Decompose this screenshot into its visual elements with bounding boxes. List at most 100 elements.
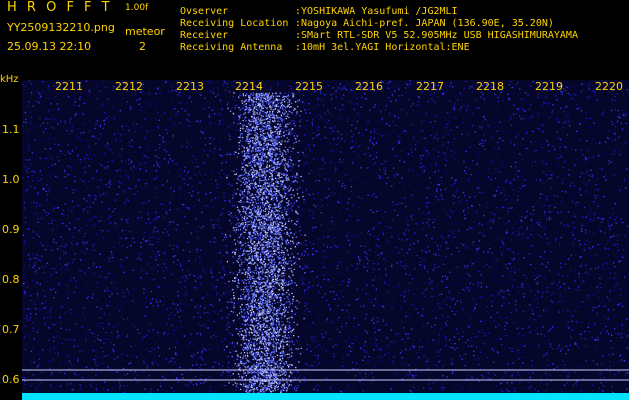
noise-pixel [391,306,393,308]
noise-pixel [515,304,517,306]
noise-pixel [382,177,384,179]
noise-pixel [372,357,375,359]
noise-pixel [64,122,66,124]
noise-pixel [84,252,86,254]
noise-pixel [330,359,332,362]
noise-pixel [526,237,528,239]
noise-pixel [535,279,537,281]
noise-pixel [272,376,275,378]
noise-pixel [523,257,525,259]
noise-pixel [223,294,225,296]
noise-pixel [412,103,414,105]
noise-pixel [28,145,30,147]
noise-pixel [343,87,345,90]
noise-pixel [45,157,48,160]
noise-pixel [578,289,580,291]
noise-pixel [152,236,154,238]
noise-pixel [240,249,242,251]
noise-pixel [223,80,226,83]
noise-pixel [23,380,26,382]
noise-pixel [546,291,548,293]
noise-pixel [202,297,204,299]
noise-pixel [47,137,49,139]
noise-pixel [159,203,162,205]
noise-pixel [210,81,212,83]
noise-pixel [510,311,512,314]
noise-pixel [196,333,198,335]
noise-pixel [283,173,285,175]
noise-pixel [564,161,566,163]
noise-pixel [285,172,288,175]
noise-pixel [74,180,76,183]
noise-pixel [436,133,438,136]
noise-pixel [318,104,320,106]
noise-pixel [295,115,297,117]
noise-pixel [311,338,313,340]
noise-pixel [250,179,252,182]
noise-pixel [42,81,44,83]
noise-pixel [588,179,591,182]
noise-pixel [223,129,225,131]
noise-pixel [240,280,242,282]
noise-pixel [623,360,626,362]
noise-pixel [599,277,601,279]
noise-pixel [346,370,349,372]
noise-pixel [482,145,484,147]
noise-pixel [163,145,165,147]
noise-pixel [92,245,94,247]
noise-pixel [94,127,96,130]
noise-pixel [585,158,587,160]
noise-pixel [230,223,232,225]
noise-pixel [577,107,580,110]
noise-pixel [67,311,69,313]
noise-pixel [545,390,547,392]
noise-pixel [60,245,62,247]
noise-pixel [561,340,564,342]
noise-pixel [434,171,436,173]
noise-pixel [415,190,417,192]
noise-pixel [71,338,73,340]
noise-pixel [492,320,494,322]
noise-pixel [445,338,447,341]
noise-pixel [521,176,523,178]
noise-pixel [458,250,460,253]
noise-pixel [168,203,170,205]
noise-pixel [117,120,119,122]
noise-pixel [300,118,302,120]
noise-pixel [107,205,109,207]
noise-pixel [445,322,447,324]
noise-pixel [30,295,32,297]
noise-pixel [188,170,190,172]
noise-pixel [467,180,469,182]
noise-pixel [155,177,158,179]
noise-pixel [317,157,319,160]
noise-pixel [481,140,483,142]
noise-pixel [332,87,334,89]
noise-pixel [330,127,332,129]
noise-pixel [334,298,336,300]
noise-pixel [491,301,493,303]
noise-pixel [353,151,355,153]
noise-pixel [32,237,34,239]
noise-pixel [620,211,622,213]
noise-pixel [364,251,366,253]
noise-pixel [311,254,314,256]
noise-pixel [392,121,394,123]
noise-pixel [484,205,487,208]
noise-pixel [456,266,458,268]
noise-pixel [392,167,395,169]
noise-pixel [179,265,182,267]
noise-pixel [172,125,174,127]
noise-pixel [111,293,113,295]
noise-pixel [490,227,492,229]
noise-pixel [71,236,74,238]
noise-pixel [528,253,531,255]
noise-pixel [384,268,387,270]
noise-pixel [566,114,568,116]
noise-pixel [134,187,136,189]
noise-pixel [40,382,43,384]
noise-pixel [511,185,513,187]
noise-pixel [370,209,372,211]
noise-pixel [54,163,56,165]
noise-pixel [489,266,491,268]
